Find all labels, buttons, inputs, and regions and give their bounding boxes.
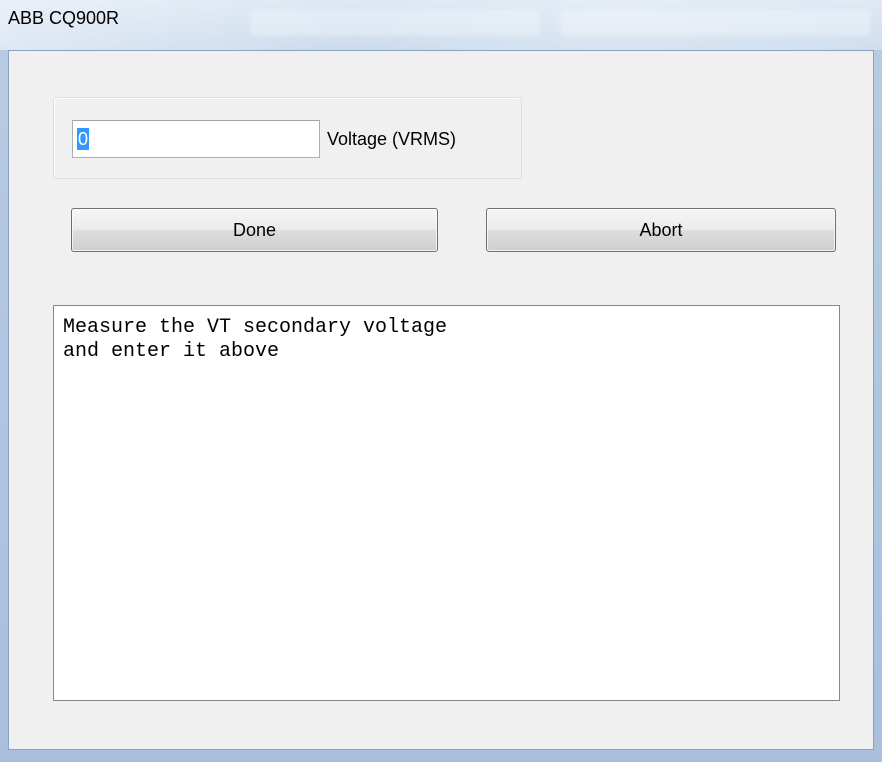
done-button[interactable]: Done: [71, 208, 438, 252]
abort-button[interactable]: Abort: [486, 208, 836, 252]
voltage-label: Voltage (VRMS): [327, 129, 457, 149]
dialog-client-area: 0 Voltage (VRMS) Done Abort Measure the …: [8, 50, 874, 750]
window-title: ABB CQ900R: [8, 8, 120, 28]
voltage-input-value: 0: [77, 128, 90, 150]
instructions-text-area[interactable]: Measure the VT secondary voltage and ent…: [53, 305, 840, 701]
title-bar[interactable]: ABB CQ900R: [0, 0, 882, 50]
voltage-input[interactable]: 0: [72, 120, 320, 158]
backdrop-blur: [250, 10, 540, 36]
dialog-window: ABB CQ900R 0 Voltage (VRMS) Done Abort M…: [0, 0, 882, 762]
backdrop-blur: [560, 10, 870, 36]
